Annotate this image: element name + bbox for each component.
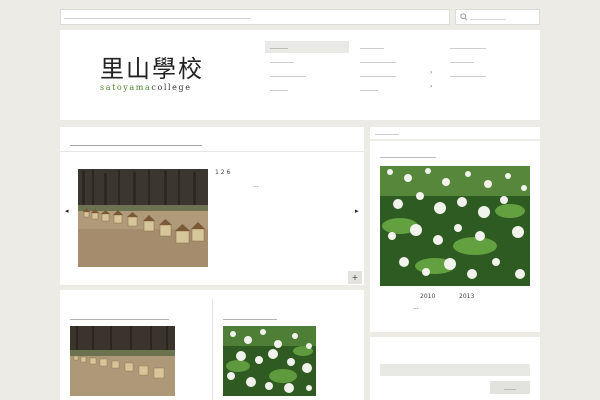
news-ticker[interactable]: ＿＿＿＿＿＿＿＿＿＿＿＿＿＿＿＿＿＿＿＿＿＿＿＿＿＿＿＿＿＿＿ bbox=[60, 9, 450, 25]
nav-item[interactable]: ＿＿＿＿ bbox=[445, 55, 529, 67]
articles-panel: ＿＿＿＿＿＿＿＿＿＿＿ ＿＿＿＿＿＿ bbox=[60, 290, 364, 400]
nav-item[interactable]: ＿＿＿＿＿＿ bbox=[355, 55, 439, 67]
nav-item[interactable]: ＿＿＿＿ bbox=[355, 41, 439, 53]
news-excerpt: ... bbox=[253, 182, 259, 189]
search-input[interactable] bbox=[470, 11, 538, 23]
news-panel: ＿＿＿＿＿＿＿＿＿＿＿＿ ◂ 1 2 6 ... ▸ + bbox=[60, 127, 364, 285]
sidebar-header-label: ＿＿＿＿ bbox=[375, 129, 400, 136]
sidebar-feature: ＿＿＿＿＿＿＿ 2010 2013 ... bbox=[370, 141, 540, 332]
logo-subtitle: satoyamacollege bbox=[100, 83, 192, 92]
nav-item[interactable]: ＿＿＿＿＿＿ bbox=[265, 69, 349, 81]
chevron-right-icon[interactable]: › bbox=[430, 83, 432, 90]
year-start: 2010 bbox=[420, 293, 436, 300]
site-header: 里山學校 satoyamacollege ＿＿＿ ＿＿＿＿ ＿＿＿＿＿＿ ＿＿＿… bbox=[60, 30, 540, 120]
article-title[interactable]: ＿＿＿＿＿＿＿＿＿＿＿ bbox=[70, 309, 169, 322]
nav-item[interactable]: ＿＿＿＿＿＿ bbox=[445, 69, 529, 81]
chevron-right-icon[interactable]: › bbox=[430, 69, 432, 76]
column-divider bbox=[212, 298, 213, 400]
search-box[interactable] bbox=[455, 9, 540, 25]
sidebar-search-widget: ＿＿ bbox=[370, 337, 540, 400]
feature-title[interactable]: ＿＿＿＿＿＿＿ bbox=[380, 149, 436, 160]
field-huts-photo[interactable] bbox=[78, 169, 208, 267]
site-logo[interactable]: 里山學校 satoyamacollege bbox=[100, 56, 215, 93]
news-date: 1 2 6 bbox=[215, 169, 231, 176]
nav-item[interactable]: ＿＿＿＿＿＿ bbox=[445, 41, 529, 53]
logo-kanji: 里山學校 bbox=[100, 55, 204, 83]
sidebar-header: ＿＿＿＿ bbox=[370, 127, 540, 139]
prev-arrow-icon[interactable]: ◂ bbox=[65, 207, 69, 215]
article-title[interactable]: ＿＿＿＿＿＿ bbox=[223, 309, 277, 322]
next-arrow-icon[interactable]: ▸ bbox=[355, 207, 359, 215]
field-huts-thumbnail[interactable] bbox=[70, 326, 175, 396]
feature-excerpt: ... bbox=[413, 304, 419, 311]
nav-item[interactable]: ＿＿＿＿ bbox=[265, 55, 349, 67]
news-title[interactable]: ＿＿＿＿＿＿＿＿＿＿＿＿ bbox=[70, 132, 202, 148]
white-flowers-photo[interactable] bbox=[380, 166, 530, 286]
year-end: 2013 bbox=[459, 293, 475, 300]
white-flowers-thumbnail[interactable] bbox=[223, 326, 316, 396]
sidebar-search-input[interactable] bbox=[380, 364, 530, 376]
nav-home[interactable]: ＿＿＿ bbox=[265, 41, 349, 53]
sidebar-submit-button[interactable]: ＿＿ bbox=[490, 381, 530, 394]
nav-item[interactable]: ＿＿＿ bbox=[265, 83, 349, 95]
search-icon[interactable] bbox=[460, 13, 468, 21]
more-button[interactable]: + bbox=[348, 271, 362, 284]
divider bbox=[60, 151, 364, 152]
nav-item-dropdown[interactable]: ＿＿＿＿＿＿ bbox=[355, 69, 439, 81]
nav-item-dropdown[interactable]: ＿＿＿ bbox=[355, 83, 439, 95]
